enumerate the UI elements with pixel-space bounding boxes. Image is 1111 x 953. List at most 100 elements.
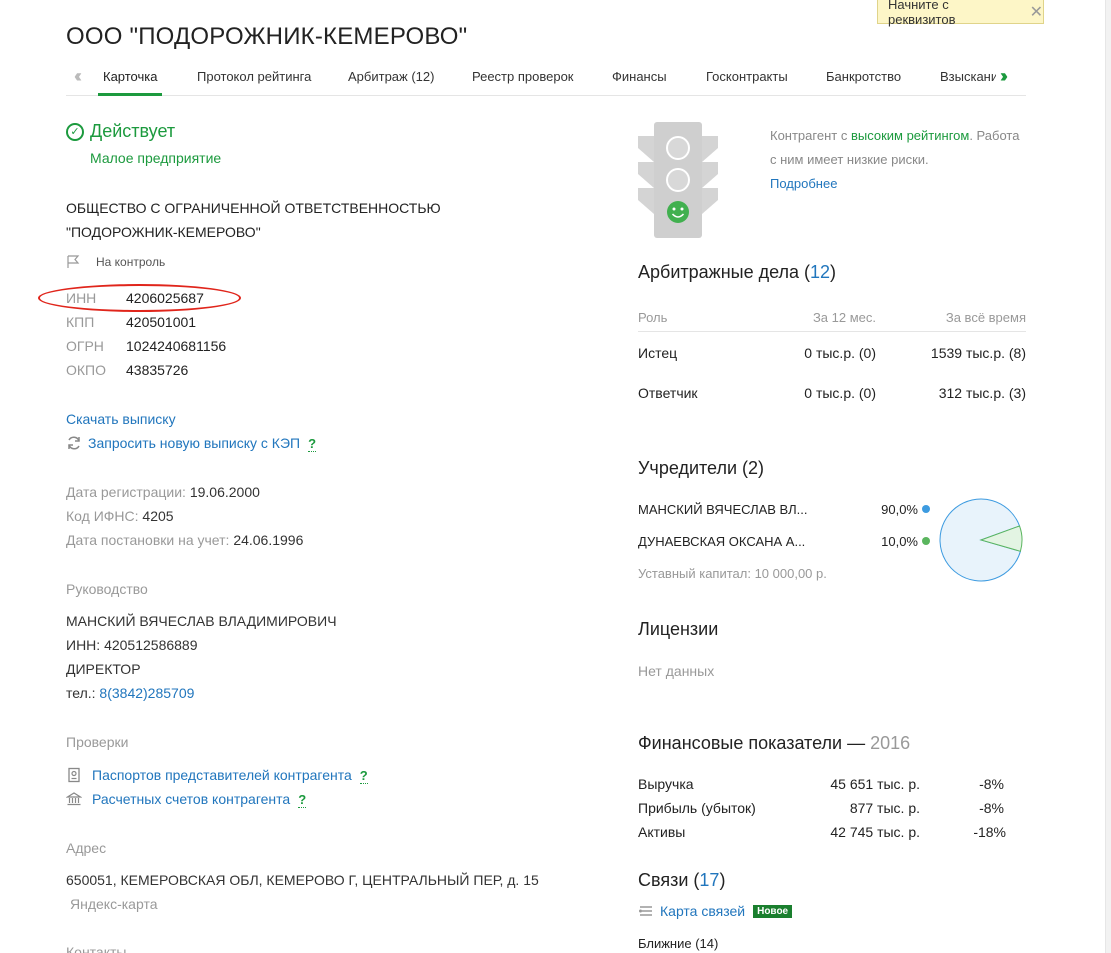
high-rating-link[interactable]: высоким рейтингом: [851, 128, 969, 143]
help-icon[interactable]: ?: [298, 792, 307, 808]
near-links[interactable]: Ближние (14): [638, 936, 718, 951]
tab-finance[interactable]: Финансы: [612, 69, 667, 84]
check-accounts-link[interactable]: Расчетных счетов контрагента: [92, 791, 290, 807]
help-icon[interactable]: ?: [308, 436, 317, 452]
founder-share: 90,0%: [850, 502, 930, 517]
watch-button[interactable]: На контроль: [66, 255, 165, 269]
code-key: ОГРН: [66, 338, 104, 354]
arbitration-heading: Арбитражные дела (12): [638, 262, 836, 283]
management-heading: Руководство: [66, 581, 148, 597]
col-role: Роль: [638, 310, 668, 325]
red-highlight-ellipse: [38, 284, 241, 312]
contacts-heading: Контакты: [66, 944, 127, 953]
finance-title: Финансовые показатели —: [638, 733, 871, 753]
tax-date-value: 24.06.1996: [233, 532, 304, 548]
tab-card[interactable]: Карточка: [103, 69, 157, 84]
ifns-label: Код ИФНС:: [66, 508, 139, 524]
founders-heading: Учредители (2): [638, 458, 765, 478]
code-value: 420501001: [126, 314, 197, 330]
founder-share-value: 90,0%: [881, 502, 918, 517]
director-name: МАНСКИЙ ВЯЧЕСЛАВ ВЛАДИМИРОВИЧ: [66, 613, 337, 629]
links-count-link[interactable]: 17: [699, 870, 719, 890]
code-value: 1024240681156: [126, 338, 227, 354]
status-badge: ✓ Действует: [66, 121, 175, 142]
arbitration-title-end: ): [830, 262, 837, 282]
scroll-right-icon[interactable]: ››: [1000, 66, 1008, 87]
founders-pie-chart: [939, 498, 1023, 582]
links-map-row: Карта связей Новое: [638, 903, 793, 919]
request-extract-row: Запросить новую выписку с КЭП?: [66, 435, 317, 452]
request-extract-link[interactable]: Запросить новую выписку с КЭП: [88, 435, 300, 451]
row-year: 0 тыс.р. (0): [804, 385, 876, 401]
registration-date-value: 19.06.2000: [189, 484, 260, 500]
col-12-months: За 12 мес.: [812, 310, 876, 325]
risk-summary: Контрагент с высоким рейтингом. Работа с…: [770, 124, 1030, 196]
finance-label: Выручка: [638, 776, 694, 792]
page-title: ООО "ПОДОРОЖНИК-КЕМЕРОВО": [66, 23, 468, 50]
charter-capital: Уставный капитал: 10 000,00 р.: [638, 566, 827, 581]
risk-text-end: . Работа: [969, 128, 1020, 143]
flag-icon: [67, 255, 80, 268]
active-tab-indicator: [98, 93, 162, 96]
finance-year: 2016: [870, 733, 911, 753]
hint-tooltip[interactable]: Начните с реквизитов ✕: [877, 0, 1044, 27]
director-inn: ИНН: 420512586889: [66, 637, 198, 653]
traffic-light-icon: [638, 122, 718, 238]
hint-text: Начните с реквизитов: [888, 0, 956, 27]
code-value: 43835726: [126, 362, 189, 378]
finance-label: Прибыль (убыток): [638, 800, 756, 816]
yandex-map-link[interactable]: Яндекс-карта: [70, 896, 157, 912]
phone-link[interactable]: 8(3842)285709: [99, 685, 194, 701]
help-icon[interactable]: ?: [359, 768, 368, 784]
row-all: 1539 тыс.р. (8): [930, 345, 1026, 361]
legend-dot: [922, 505, 930, 513]
finance-value: 42 745 тыс. р.: [830, 824, 920, 840]
passport-icon: [68, 767, 80, 783]
founder-share-value: 10,0%: [881, 534, 918, 549]
check-passports-row: Паспортов представителей контрагента?: [66, 767, 368, 784]
company-size: Малое предприятие: [90, 150, 222, 166]
network-icon: [639, 906, 652, 916]
links-heading: Связи (17): [638, 870, 725, 891]
tab-rating-protocol[interactable]: Протокол рейтинга: [197, 69, 311, 84]
registration-date: Дата регистрации: 19.06.2000: [66, 484, 260, 500]
arbitration-count-link[interactable]: 12: [810, 262, 830, 282]
finance-label: Активы: [638, 824, 686, 840]
address-value: 650051, КЕМЕРОВСКАЯ ОБЛ, КЕМЕРОВО Г, ЦЕН…: [66, 872, 539, 888]
close-icon[interactable]: ✕: [1030, 2, 1043, 22]
tab-bankruptcy[interactable]: Банкротство: [826, 69, 901, 84]
checks-heading: Проверки: [66, 734, 129, 750]
bank-icon: [66, 792, 82, 806]
full-name-line-1: ОБЩЕСТВО С ОГРАНИЧЕННОЙ ОТВЕТСТВЕННОСТЬЮ: [66, 200, 441, 216]
tax-date-label: Дата постановки на учет:: [66, 532, 230, 548]
more-link[interactable]: Подробнее: [770, 172, 1030, 196]
finance-value: 877 тыс. р.: [849, 800, 920, 816]
finance-delta: -8%: [979, 800, 1004, 816]
phone-label: тел.:: [66, 685, 96, 701]
row-year: 0 тыс.р. (0): [804, 345, 876, 361]
arbitration-title: Арбитражные дела (: [638, 262, 811, 282]
scroll-left-icon[interactable]: ‹‹: [74, 66, 82, 87]
table-divider: [638, 331, 1026, 332]
tab-inspections[interactable]: Реестр проверок: [472, 69, 574, 84]
finance-delta: -18%: [973, 824, 1006, 840]
finance-heading: Финансовые показатели — 2016: [638, 733, 910, 754]
col-all-time: За всё время: [945, 310, 1026, 325]
legend-dot: [922, 537, 930, 545]
vertical-scrollbar[interactable]: [1105, 0, 1111, 953]
registration-date-label: Дата регистрации:: [66, 484, 186, 500]
risk-line-2: с ним имеет низкие риски.: [770, 152, 929, 167]
tab-contracts[interactable]: Госконтракты: [706, 69, 788, 84]
links-title-end: ): [719, 870, 726, 890]
download-extract-link[interactable]: Скачать выписку: [66, 411, 176, 427]
founder-name[interactable]: ДУНАЕВСКАЯ ОКСАНА А...: [638, 534, 805, 549]
check-passports-link[interactable]: Паспортов представителей контрагента: [92, 767, 352, 783]
founder-name[interactable]: МАНСКИЙ ВЯЧЕСЛАВ ВЛ...: [638, 502, 807, 517]
watch-label: На контроль: [96, 255, 166, 269]
tab-recovery[interactable]: Взыскани: [940, 69, 996, 84]
licenses-value: Нет данных: [638, 663, 715, 679]
tab-arbitration[interactable]: Арбитраж (12): [348, 69, 434, 84]
links-map-link[interactable]: Карта связей: [660, 903, 745, 919]
finance-delta: -8%: [979, 776, 1004, 792]
ifns-value: 4205: [142, 508, 174, 524]
